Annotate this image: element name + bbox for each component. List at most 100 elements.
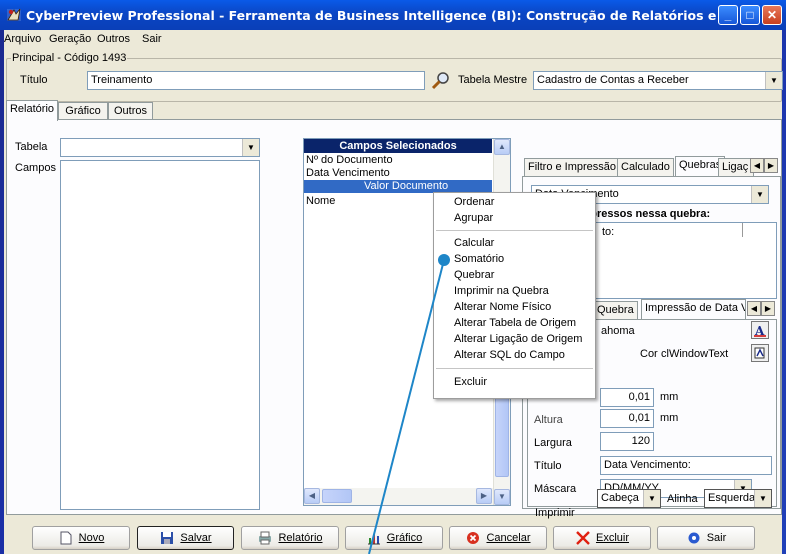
imprimir-value: Cabeça bbox=[601, 492, 639, 504]
unit-label: mm bbox=[660, 391, 679, 403]
scroll-thumb[interactable] bbox=[322, 489, 352, 503]
tabela-label: Tabela bbox=[15, 141, 48, 153]
search-icon[interactable] bbox=[430, 70, 452, 92]
color-picker-icon[interactable] bbox=[751, 344, 769, 362]
minimize-icon[interactable]: _ bbox=[718, 5, 738, 25]
menu-item-alterar-ligacao-origem[interactable]: Alterar Ligação de Origem bbox=[454, 333, 582, 345]
title-bar[interactable]: CyberPreview Professional - Ferramenta d… bbox=[0, 0, 786, 30]
font-icon[interactable]: A bbox=[751, 321, 769, 339]
excluir-label: Excluir bbox=[595, 532, 629, 544]
imprimir-select[interactable]: Cabeça ▼ bbox=[597, 489, 661, 508]
menu-item-imprimir-quebra[interactable]: Imprimir na Quebra bbox=[454, 285, 549, 297]
subtab-scroll-right-icon[interactable]: ▶ bbox=[761, 301, 775, 316]
grafico-button[interactable]: Gráfico bbox=[345, 526, 443, 550]
menu-separator bbox=[436, 230, 593, 231]
selected-fields-header: Campos Selecionados bbox=[304, 139, 492, 153]
principal-groupbox: Principal - Código 1493 Título Treinamen… bbox=[6, 52, 783, 102]
list-item[interactable]: Data Vencimento bbox=[306, 167, 491, 180]
imprimir-label: Imprimir bbox=[535, 507, 575, 519]
unit-label: mm bbox=[660, 412, 679, 424]
salvar-button[interactable]: Salvar bbox=[137, 526, 234, 550]
novo-button[interactable]: Novo bbox=[32, 526, 130, 550]
campos-label: Campos bbox=[15, 162, 56, 174]
relatorio-label: Relatório bbox=[278, 532, 323, 544]
floppy-disk-icon bbox=[159, 531, 175, 545]
sair-label: Sair bbox=[706, 532, 727, 544]
alinha-select[interactable]: Esquerda ▼ bbox=[704, 489, 772, 508]
menu-item-agrupar[interactable]: Agrupar bbox=[454, 212, 493, 224]
tab-scroll-right-icon[interactable]: ▶ bbox=[764, 158, 778, 173]
app-window: CyberPreview Professional - Ferramenta d… bbox=[0, 0, 786, 554]
titulo-field-input[interactable]: Data Vencimento: bbox=[600, 456, 772, 475]
tab-ligacoes[interactable]: Ligaç bbox=[718, 158, 754, 176]
menu-item-alterar-tabela-origem[interactable]: Alterar Tabela de Origem bbox=[454, 317, 576, 329]
chevron-down-icon[interactable]: ▼ bbox=[754, 490, 771, 507]
subtab-scroll-left-icon[interactable]: ◀ bbox=[747, 301, 761, 316]
chevron-down-icon[interactable]: ▼ bbox=[765, 72, 782, 89]
tabela-select[interactable]: ▼ bbox=[60, 138, 260, 157]
menu-sair[interactable]: Sair bbox=[142, 33, 162, 45]
cor-label: Cor bbox=[640, 348, 658, 360]
tabela-mestre-value: Cadastro de Contas a Receber bbox=[537, 74, 689, 86]
titulo-input[interactable]: Treinamento bbox=[87, 71, 425, 90]
principal-legend: Principal - Código 1493 bbox=[11, 52, 128, 64]
close-icon[interactable]: ✕ bbox=[762, 5, 782, 25]
delete-x-icon bbox=[575, 531, 591, 545]
tabela-mestre-select[interactable]: Cadastro de Contas a Receber ▼ bbox=[533, 71, 783, 90]
altura-label: Altura bbox=[534, 414, 563, 426]
maximize-icon[interactable]: □ bbox=[740, 5, 760, 25]
relatorio-panel: Tabela ▼ Campos Campos Selecionados Nº d… bbox=[6, 119, 782, 519]
tab-calculado[interactable]: Calculado bbox=[617, 158, 674, 176]
list-item[interactable]: Nº do Documento bbox=[306, 154, 491, 167]
new-document-icon bbox=[58, 531, 74, 545]
position-input[interactable]: 0,01 bbox=[600, 388, 654, 407]
relatorio-button[interactable]: Relatório bbox=[241, 526, 339, 550]
tab-quebra[interactable]: Quebra bbox=[593, 301, 638, 319]
largura-input[interactable]: 120 bbox=[600, 432, 654, 451]
menu-separator bbox=[436, 368, 593, 369]
menu-item-ordenar[interactable]: Ordenar bbox=[454, 196, 494, 208]
menu-item-somatorio[interactable]: Somatório bbox=[454, 253, 504, 265]
titulo-field-label: Título bbox=[534, 460, 562, 472]
context-menu: Ordenar Agrupar Calcular Somatório Quebr… bbox=[433, 192, 596, 399]
menu-arquivo[interactable]: Arquivo bbox=[4, 33, 41, 45]
chevron-down-icon[interactable]: ▼ bbox=[751, 186, 768, 203]
window-client: Arquivo Geração Outros Sair Principal - … bbox=[4, 30, 783, 554]
menu-item-excluir[interactable]: Excluir bbox=[454, 376, 487, 388]
menu-item-alterar-sql[interactable]: Alterar SQL do Campo bbox=[454, 349, 565, 361]
horizontal-scrollbar[interactable]: ◀ ▶ bbox=[304, 488, 493, 505]
novo-label: Novo bbox=[78, 532, 105, 544]
menu-outros[interactable]: Outros bbox=[97, 33, 130, 45]
chevron-down-icon[interactable]: ▼ bbox=[242, 139, 259, 156]
altura-input[interactable]: 0,01 bbox=[600, 409, 654, 428]
scroll-left-icon[interactable]: ◀ bbox=[304, 488, 320, 504]
font-name: ahoma bbox=[601, 325, 635, 337]
scroll-up-icon[interactable]: ▲ bbox=[494, 139, 510, 155]
excluir-button[interactable]: Excluir bbox=[553, 526, 651, 550]
menu-item-quebrar[interactable]: Quebrar bbox=[454, 269, 494, 281]
tab-impressao-data[interactable]: Impressão de Data Ver bbox=[641, 299, 746, 319]
app-logo-icon bbox=[6, 7, 22, 23]
window-title: CyberPreview Professional - Ferramenta d… bbox=[26, 8, 726, 23]
alinha-value: Esquerda bbox=[708, 492, 756, 504]
salvar-label: Salvar bbox=[180, 532, 212, 544]
bar-chart-icon bbox=[366, 531, 382, 545]
printer-icon bbox=[257, 531, 273, 545]
campos-list[interactable] bbox=[60, 160, 260, 510]
menu-item-calcular[interactable]: Calcular bbox=[454, 237, 494, 249]
mascara-label: Máscara bbox=[534, 483, 577, 495]
largura-label: Largura bbox=[534, 437, 572, 449]
tab-filtro-impressao[interactable]: Filtro e Impressão bbox=[524, 158, 621, 176]
cancelar-label: Cancelar bbox=[486, 532, 531, 544]
chevron-down-icon[interactable]: ▼ bbox=[643, 490, 660, 507]
scroll-down-icon[interactable]: ▼ bbox=[494, 489, 510, 505]
scroll-right-icon[interactable]: ▶ bbox=[476, 488, 492, 504]
menu-item-alterar-nome-fisico[interactable]: Alterar Nome Físico bbox=[454, 301, 551, 313]
tab-relatorio[interactable]: Relatório bbox=[6, 100, 58, 121]
tab-scroll-left-icon[interactable]: ◀ bbox=[750, 158, 764, 173]
column-divider bbox=[742, 223, 743, 237]
exit-icon bbox=[686, 531, 702, 545]
sair-button[interactable]: Sair bbox=[657, 526, 755, 550]
cancelar-button[interactable]: Cancelar bbox=[449, 526, 547, 550]
menu-geracao[interactable]: Geração bbox=[49, 33, 91, 45]
